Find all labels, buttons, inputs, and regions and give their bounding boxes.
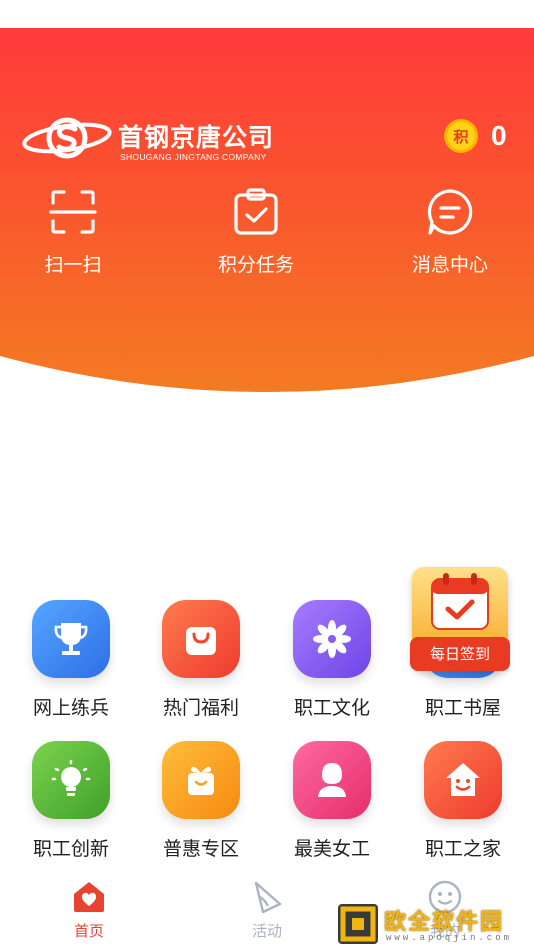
- points-task-button[interactable]: 积分任务: [191, 188, 321, 277]
- grid-label: 热门福利: [162, 697, 239, 719]
- header-banner: 首钢京唐公司 SHOUGANG JINGTANG COMPANY 积 0 扫一扫: [0, 28, 534, 398]
- grid-item-culture[interactable]: 职工文化: [277, 600, 387, 720]
- grid-icon-tile: [293, 741, 371, 819]
- company-name-en: SHOUGANG JINGTANG COMPANY: [120, 152, 267, 162]
- grid-icon-tile: [424, 741, 502, 819]
- grid-icon-tile: [162, 741, 240, 819]
- points-coin-icon: 积: [444, 119, 478, 153]
- shopping-bag-icon: [186, 627, 216, 655]
- message-icon: [427, 189, 473, 235]
- home-icon: [446, 763, 480, 796]
- tab-home-label: 首页: [73, 922, 104, 940]
- points-display[interactable]: 积 0: [444, 118, 507, 154]
- company-name: 首钢京唐公司: [118, 123, 275, 152]
- gift-box-icon: [188, 766, 214, 795]
- tab-activity-label: 活动: [251, 922, 282, 940]
- grid-label: 职工书屋: [424, 697, 501, 719]
- grid-item-innovation[interactable]: 职工创新: [16, 741, 126, 861]
- grid-label: 最美女工: [293, 838, 370, 860]
- grid-item-best-women[interactable]: 最美女工: [277, 741, 387, 861]
- daily-signin-button[interactable]: 每日签到: [410, 565, 510, 675]
- status-bar: [0, 0, 534, 28]
- woman-icon: [318, 763, 346, 797]
- scan-icon: [49, 190, 97, 234]
- tab-activity[interactable]: 活动: [227, 880, 307, 941]
- grid-label: 普惠专区: [162, 838, 239, 860]
- message-center-button[interactable]: 消息中心: [385, 188, 515, 277]
- grid-item-training[interactable]: 网上练兵: [16, 600, 126, 720]
- daily-signin-label: 每日签到: [410, 637, 510, 671]
- points-value: 0: [491, 120, 507, 151]
- grid-item-benefits[interactable]: 普惠专区: [146, 741, 256, 861]
- grid-label: 网上练兵: [32, 697, 109, 719]
- grid-label: 职工文化: [293, 697, 370, 719]
- flower-icon: [313, 620, 351, 658]
- activity-flag-icon: [254, 881, 282, 914]
- grid-icon-tile: [32, 600, 110, 678]
- grid-label: 职工创新: [32, 838, 109, 860]
- trophy-icon: [54, 623, 88, 655]
- task-clipboard-icon: [234, 188, 278, 235]
- calendar-icon: [431, 573, 489, 630]
- points-task-label: 积分任务: [217, 254, 294, 276]
- tab-home[interactable]: 首页: [49, 880, 129, 941]
- watermark-name: 欧全软件园: [384, 910, 505, 935]
- grid-item-welfare[interactable]: 热门福利: [146, 600, 256, 720]
- grid-icon-tile: [162, 600, 240, 678]
- watermark: 欧全软件园 www.apoqjin.com: [336, 900, 532, 948]
- lightbulb-icon: [51, 760, 91, 796]
- watermark-logo-icon: [338, 904, 378, 944]
- message-center-label: 消息中心: [411, 254, 488, 276]
- grid-icon-tile: [293, 600, 371, 678]
- scan-label: 扫一扫: [44, 254, 102, 276]
- watermark-url: www.apoqjin.com: [386, 933, 513, 943]
- home-heart-icon: [74, 882, 104, 912]
- grid-item-staff-home[interactable]: 职工之家: [408, 741, 518, 861]
- company-logo: 首钢京唐公司 SHOUGANG JINGTANG COMPANY: [22, 114, 302, 190]
- grid-icon-tile: [32, 741, 110, 819]
- scan-button[interactable]: 扫一扫: [8, 188, 138, 277]
- shougang-logo-icon: [22, 117, 112, 159]
- grid-label: 职工之家: [424, 838, 501, 860]
